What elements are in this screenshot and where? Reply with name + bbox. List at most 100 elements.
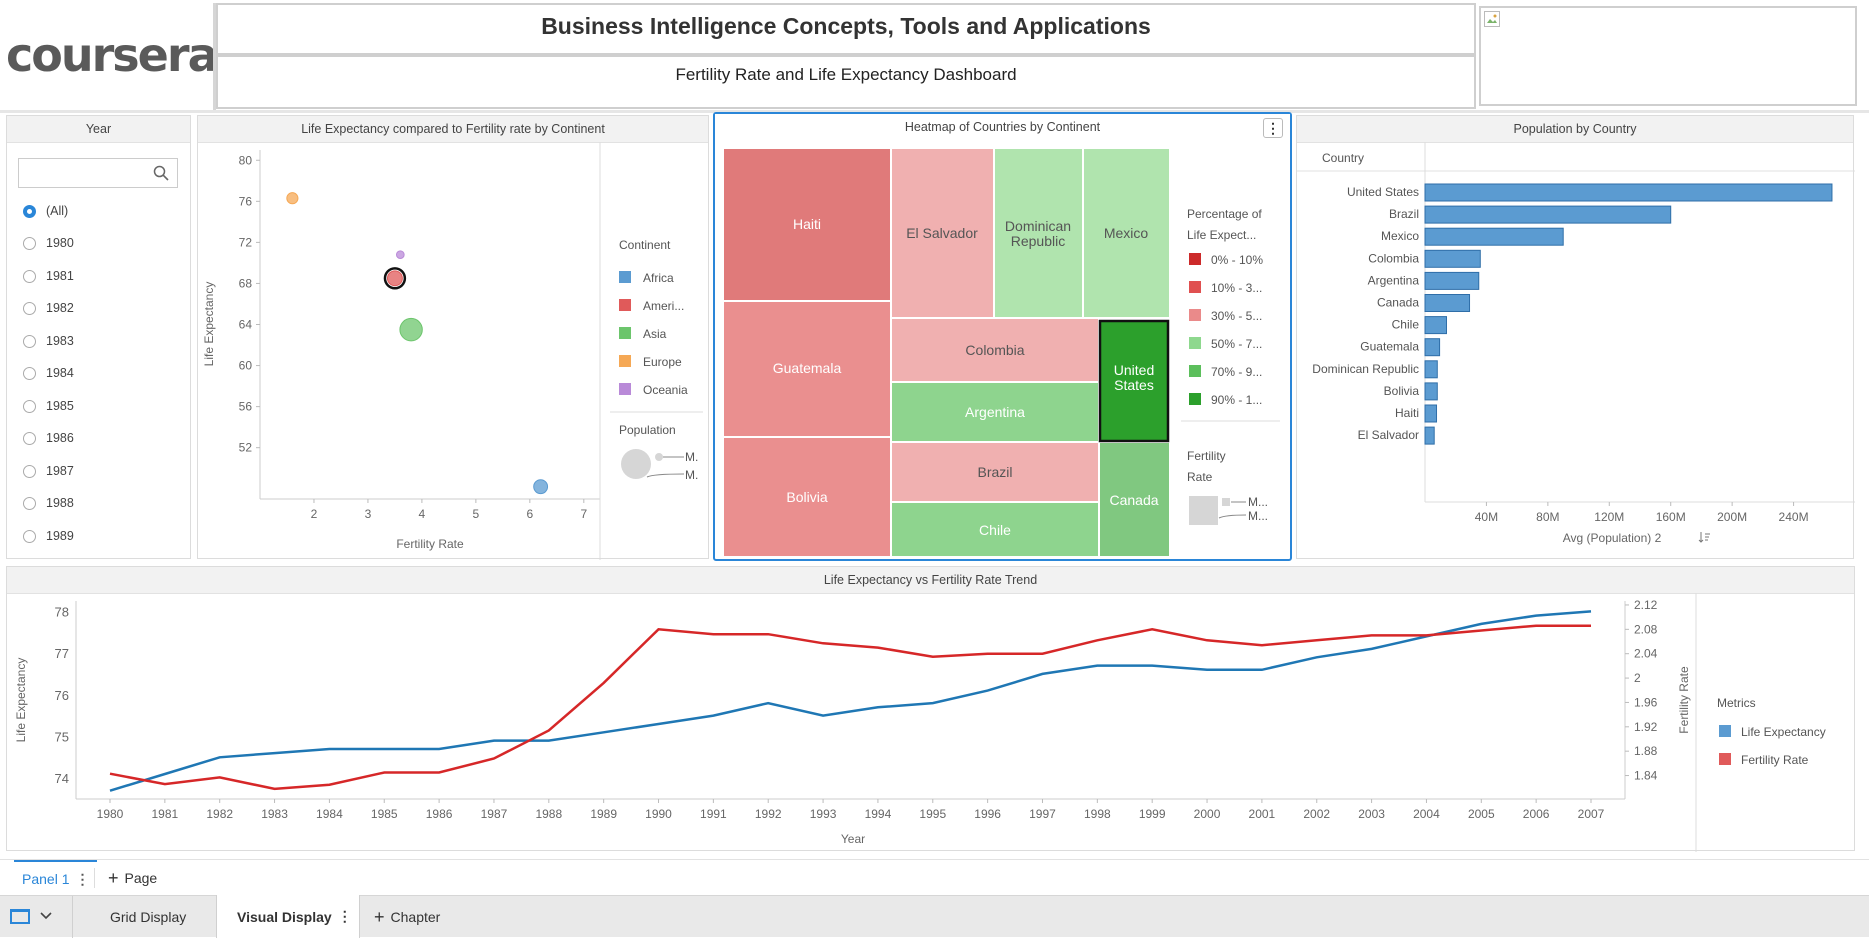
heatmap-legend-label: 90% - 1...	[1211, 393, 1262, 407]
population-bar[interactable]	[1424, 338, 1441, 357]
population-bar[interactable]	[1424, 227, 1564, 246]
legend-swatch-americas	[619, 299, 631, 311]
population-bar[interactable]	[1424, 249, 1481, 268]
year-option-label: 1980	[46, 236, 74, 250]
tab-panel-1[interactable]: Panel 1 ⋮	[14, 860, 98, 896]
scatter-y-tick-label: 68	[239, 276, 253, 290]
add-chapter-label: Chapter	[390, 909, 441, 925]
heatmap-legend-swatch	[1189, 309, 1201, 321]
scatter-x-tick-label: 3	[365, 507, 372, 521]
more-vertical-icon[interactable]: ⋮	[1263, 118, 1283, 138]
trend-x-tick-label: 2004	[1413, 807, 1440, 821]
tab-grid-display[interactable]: Grid Display	[100, 896, 196, 938]
page-bar: Panel 1 ⋮ + Page	[0, 859, 1869, 895]
scatter-point-africa[interactable]	[533, 479, 549, 495]
trend-x-tick-label: 1998	[1084, 807, 1111, 821]
radio-icon[interactable]	[23, 236, 36, 250]
trend-y2-tick-label: 1.92	[1634, 720, 1658, 734]
scatter-point-europe[interactable]	[286, 192, 299, 205]
trend-x-tick-label: 2001	[1249, 807, 1276, 821]
population-bar[interactable]	[1424, 271, 1480, 290]
more-vertical-icon[interactable]: ⋮	[75, 871, 89, 888]
radio-icon[interactable]	[23, 334, 36, 348]
population-bar[interactable]	[1424, 316, 1447, 335]
population-bar[interactable]	[1424, 404, 1438, 423]
scatter-point-oceania[interactable]	[395, 250, 405, 260]
trend-y2-tick-label: 2.12	[1634, 598, 1658, 612]
scatter-y-tick-label: 56	[239, 400, 253, 414]
cell-label-mexico: Mexico	[1104, 225, 1149, 241]
year-option-1984[interactable]: 1984	[23, 363, 74, 383]
year-option-1987[interactable]: 1987	[23, 461, 74, 481]
population-bar[interactable]	[1424, 426, 1435, 445]
year-search-box[interactable]	[18, 158, 178, 188]
population-bar[interactable]	[1424, 205, 1672, 224]
year-option-1982[interactable]: 1982	[23, 298, 74, 318]
year-option-1986[interactable]: 1986	[23, 428, 74, 448]
trend-x-tick-label: 2005	[1468, 807, 1495, 821]
divider	[94, 868, 95, 888]
size-legend-small-icon	[655, 453, 663, 461]
year-option-1989[interactable]: 1989	[23, 526, 74, 546]
cell-label-dominican-republic: Republic	[1011, 233, 1065, 249]
population-bar[interactable]	[1424, 382, 1438, 401]
scatter-y-tick-label: 80	[239, 153, 253, 167]
radio-icon[interactable]	[23, 529, 36, 543]
year-search-input[interactable]	[23, 159, 147, 187]
population-x-tick-label: 200M	[1717, 510, 1747, 524]
heatmap-panel[interactable]: Heatmap of Countries by Continent ⋮ Hait…	[713, 112, 1292, 561]
broken-image-box	[1479, 6, 1857, 106]
population-category-label: El Salvador	[1358, 428, 1419, 442]
more-vertical-icon[interactable]: ⋮	[338, 908, 352, 925]
display-mode-button[interactable]	[10, 905, 62, 927]
radio-icon[interactable]	[23, 399, 36, 413]
add-chapter-button[interactable]: + Chapter	[374, 896, 440, 938]
trend-y-tick-label: 77	[55, 646, 69, 661]
year-option-label: 1982	[46, 301, 74, 315]
radio-icon[interactable]	[23, 431, 36, 445]
year-option-all[interactable]: (All)	[23, 201, 68, 221]
radio-icon[interactable]	[23, 269, 36, 283]
year-option-1981[interactable]: 1981	[23, 266, 74, 286]
size-legend-line	[1218, 514, 1247, 519]
tab-visual-display[interactable]: Visual Display ⋮	[216, 895, 360, 938]
trend-x-tick-label: 1981	[152, 807, 179, 821]
population-x-tick-label: 40M	[1475, 510, 1498, 524]
scatter-y-tick-label: 52	[239, 441, 253, 455]
radio-icon[interactable]	[23, 464, 36, 478]
population-bar[interactable]	[1424, 183, 1833, 202]
population-bar[interactable]	[1424, 360, 1438, 379]
heatmap-legend-title: Life Expect...	[1187, 228, 1256, 242]
scatter-y-tick-label: 76	[239, 194, 253, 208]
heatmap-legend-label: 70% - 9...	[1211, 365, 1262, 379]
trend-xlabel: Year	[841, 832, 865, 846]
cell-label-canada: Canada	[1109, 492, 1158, 508]
trend-x-tick-label: 1991	[700, 807, 727, 821]
search-icon[interactable]	[153, 165, 169, 181]
trend-x-tick-label: 1996	[974, 807, 1001, 821]
trend-line-life-expectancy[interactable]	[109, 610, 1592, 792]
trend-x-tick-label: 1985	[371, 807, 398, 821]
scatter-point-americas[interactable]	[386, 270, 403, 287]
year-option-1980[interactable]: 1980	[23, 233, 74, 253]
scatter-point-asia[interactable]	[399, 317, 423, 342]
year-option-1988[interactable]: 1988	[23, 493, 74, 513]
population-category-label: Mexico	[1381, 229, 1419, 243]
radio-icon[interactable]	[23, 301, 36, 315]
add-page-button[interactable]: + Page	[108, 860, 157, 896]
radio-icon[interactable]	[23, 366, 36, 380]
population-column-header[interactable]: Country	[1322, 151, 1364, 165]
year-option-1983[interactable]: 1983	[23, 331, 74, 351]
year-option-label: 1985	[46, 399, 74, 413]
year-option-1985[interactable]: 1985	[23, 396, 74, 416]
radio-selected-icon[interactable]	[23, 204, 36, 218]
radio-icon[interactable]	[23, 496, 36, 510]
population-category-label: Colombia	[1368, 251, 1419, 265]
population-bar[interactable]	[1424, 294, 1471, 312]
panel-tab-label: Panel 1	[22, 871, 70, 887]
legend-label-asia: Asia	[643, 327, 667, 341]
population-category-label: United States	[1347, 185, 1419, 199]
heatmap-legend-label: 10% - 3...	[1211, 281, 1262, 295]
sort-icon[interactable]	[1698, 532, 1710, 543]
trend-y2-tick-label: 1.84	[1634, 769, 1658, 783]
